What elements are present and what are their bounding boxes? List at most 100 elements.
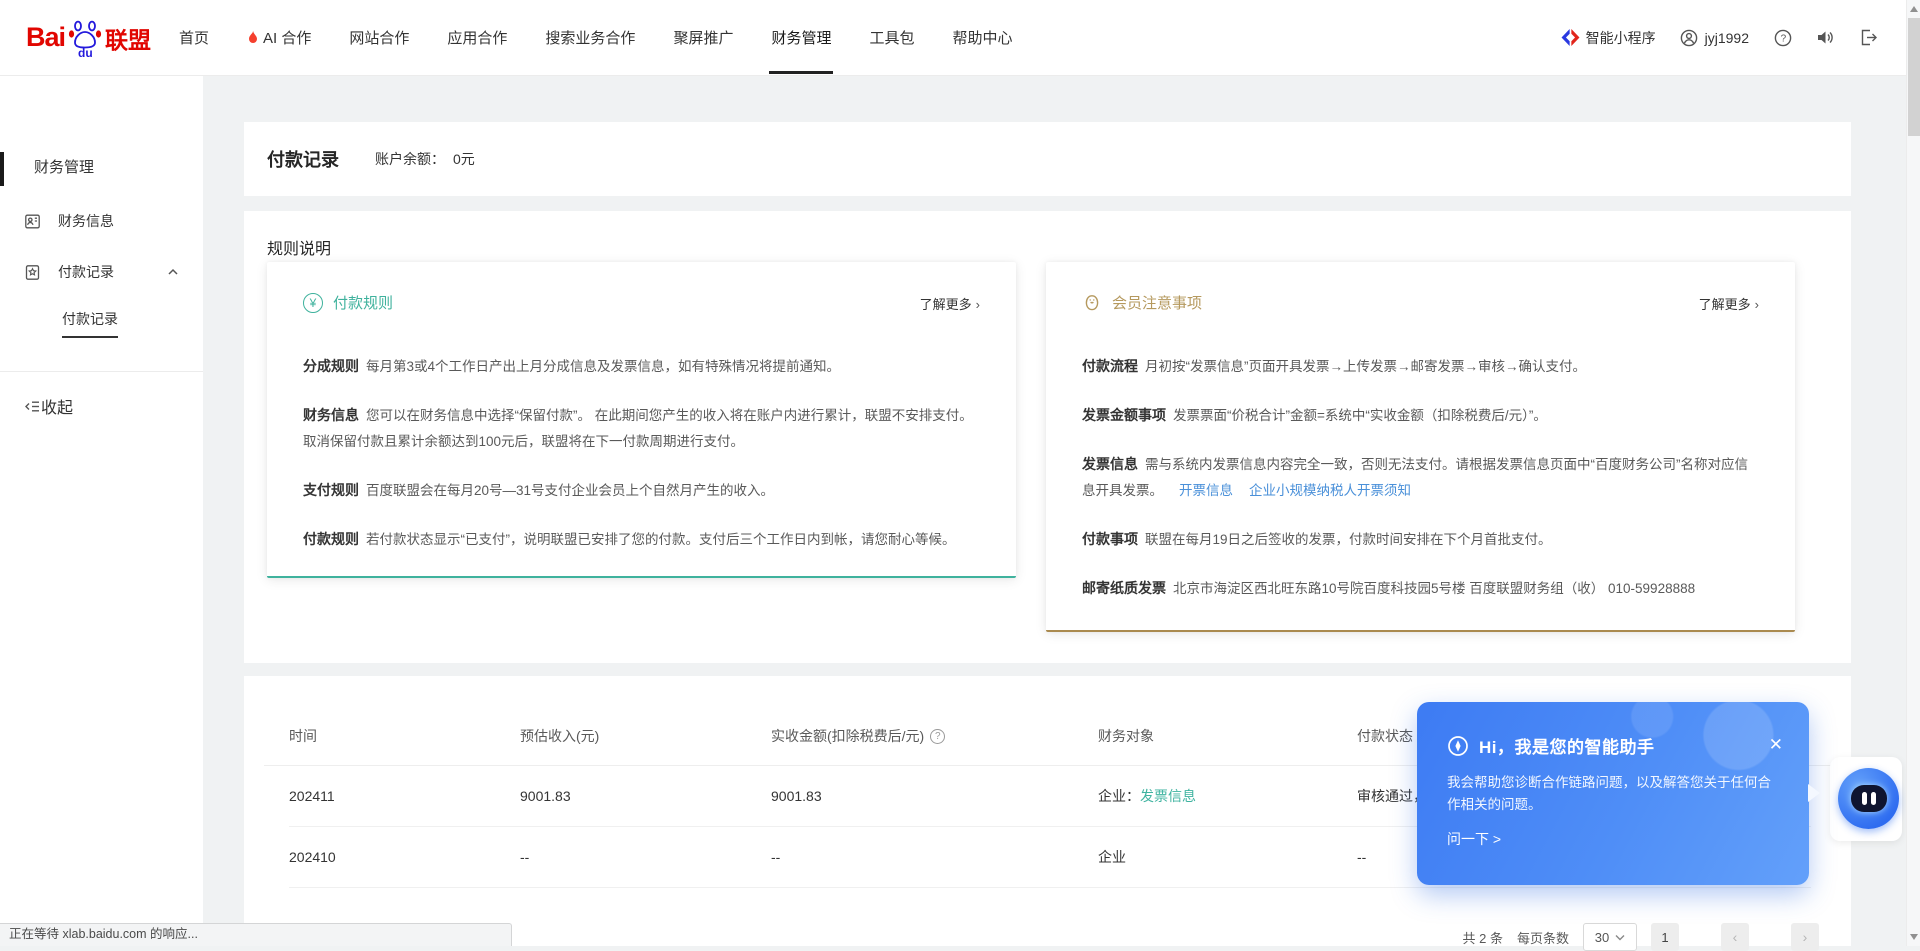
cell-actual-amount: -- <box>771 849 1098 865</box>
sidebar: 财务管理 财务信息 付款记录 付款记录 <box>0 76 203 946</box>
card-header: ¥ 付款规则 <box>267 262 1016 313</box>
learn-more-link[interactable]: 了解更多› <box>920 294 980 313</box>
chevron-up-icon[interactable] <box>166 265 180 279</box>
rule-term: 财务信息 <box>303 407 359 423</box>
rule-desc: 百度联盟会在每月20号—31号支付企业会员上个自然月产生的收入。 <box>366 483 774 498</box>
nav-item[interactable]: 帮助中心 <box>952 0 1012 75</box>
cell-estimated-income: 9001.83 <box>520 788 771 804</box>
rule-item: 付款规则若付款状态显示“已支付”，说明联盟已安排了您的付款。支付后三个工作日内到… <box>303 526 980 553</box>
scroll-up-arrow-icon[interactable] <box>1910 6 1918 12</box>
cell-time: 202410 <box>289 849 520 865</box>
sidebar-item-finance-info[interactable]: 财务信息 <box>0 207 203 235</box>
payment-records-icon <box>24 264 41 281</box>
sidebar-item-label: 付款记录 <box>58 262 114 282</box>
nav-item[interactable]: 网站合作 <box>349 0 409 75</box>
invoice-info-link[interactable]: 发票信息 <box>1140 788 1196 804</box>
rule-item: 分成规则每月第3或4个工作日产出上月分成信息及发票信息，如有特殊情况将提前通知。 <box>303 353 980 380</box>
chevron-right-icon: › <box>1755 297 1759 312</box>
cell-actual-amount: 9001.83 <box>771 788 1098 804</box>
rule-item: 发票信息需与系统内发票信息内容完全一致，否则无法支付。请根据发票信息页面中“百度… <box>1082 451 1759 504</box>
flame-icon <box>247 30 259 45</box>
nav-item-label: 聚屏推广 <box>673 27 733 48</box>
sidebar-collapse-button[interactable]: 收起 <box>0 392 203 420</box>
sidebar-divider <box>0 371 203 372</box>
baidu-paw-icon: du <box>67 18 103 58</box>
audio-icon[interactable] <box>1816 28 1835 47</box>
nav-item[interactable]: 首页 <box>179 0 209 75</box>
rule-term: 邮寄纸质发票 <box>1082 580 1166 596</box>
table-column-header: 财务对象 <box>1098 726 1357 746</box>
svg-text:?: ? <box>1780 33 1786 44</box>
rule-body: 分成规则每月第3或4个工作日产出上月分成信息及发票信息，如有特殊情况将提前通知。… <box>267 313 1016 553</box>
rule-term: 付款规则 <box>303 531 359 547</box>
assistant-robot-button[interactable] <box>1838 768 1899 829</box>
nav-item[interactable]: 应用合作 <box>447 0 507 75</box>
ask-now-link[interactable]: 问一下 > <box>1447 829 1779 849</box>
rule-term: 分成规则 <box>303 358 359 374</box>
nav-item-label: 搜索业务合作 <box>545 27 635 48</box>
nav-item[interactable]: 财务管理 <box>771 0 831 75</box>
rule-item: 付款事项联盟在每月19日之后签收的发票，付款时间安排在下个月首批支付。 <box>1082 526 1759 553</box>
user-account[interactable]: jyj1992 <box>1680 28 1749 47</box>
username: jyj1992 <box>1705 30 1749 46</box>
logo-text-union: 联盟 <box>105 21 151 55</box>
menu-fold-icon <box>24 398 41 415</box>
rule-inline-link[interactable]: 企业小规模纳税人开票须知 <box>1249 483 1411 498</box>
help-icon[interactable]: ? <box>1773 28 1792 47</box>
cell-finance-target: 企业：发票信息 <box>1098 786 1357 806</box>
rule-inline-link[interactable]: 开票信息 <box>1179 483 1233 498</box>
finance-info-icon <box>24 213 41 230</box>
next-page-button[interactable]: › <box>1791 923 1819 951</box>
nav-item[interactable]: 工具包 <box>869 0 914 75</box>
nav-item[interactable]: 聚屏推广 <box>673 0 733 75</box>
sidebar-subitem-payment-records[interactable]: 付款记录 <box>62 309 118 338</box>
rule-item: 邮寄纸质发票北京市海淀区西北旺东路10号院百度科技园5号楼 百度联盟财务组（收）… <box>1082 575 1759 602</box>
nav-item-label: 帮助中心 <box>952 27 1012 48</box>
rule-body: 付款流程月初按“发票信息”页面开具发票→上传发票→邮寄发票→审核→确认支付。发票… <box>1046 313 1795 602</box>
assistant-message: 我会帮助您诊断合作链路问题，以及解答您关于任何合作相关的问题。 <box>1447 772 1783 816</box>
cell-finance-target: 企业 <box>1098 847 1357 867</box>
nav-item-label: AI 合作 <box>263 27 311 48</box>
miniprogram-entry[interactable]: 智能小程序 <box>1561 28 1656 48</box>
balance-label: 账户余额： <box>375 149 445 169</box>
rules-section-title: 规则说明 <box>267 235 331 259</box>
close-icon[interactable]: ✕ <box>1769 736 1783 753</box>
top-navigation-bar: Bai du 联盟 首页 AI 合作 网站合作 应用合作 搜索业务合作 聚屏推广 财务管理工… <box>0 0 1920 76</box>
rule-item: 支付规则百度联盟会在每月20号—31号支付企业会员上个自然月产生的收入。 <box>303 477 980 504</box>
page-scrollbar[interactable] <box>1906 0 1920 946</box>
nav-item-label: 网站合作 <box>349 27 409 48</box>
question-circle-icon[interactable]: ? <box>930 729 945 744</box>
baidu-union-logo[interactable]: Bai du 联盟 <box>26 18 151 58</box>
scrollbar-thumb[interactable] <box>1908 18 1920 136</box>
logout-icon[interactable] <box>1859 28 1878 47</box>
prev-page-button[interactable]: ‹ <box>1721 923 1749 951</box>
page-number-button[interactable]: 1 <box>1651 923 1679 951</box>
card-title: 付款规则 <box>333 292 393 313</box>
topbar-right-cluster: 智能小程序 jyj1992 ? <box>1561 28 1878 48</box>
cell-estimated-income: -- <box>520 849 771 865</box>
rule-term: 支付规则 <box>303 482 359 498</box>
user-icon <box>1680 28 1699 47</box>
nav-item[interactable]: AI 合作 <box>247 0 311 75</box>
cell-time: 202411 <box>289 788 520 804</box>
table-column-header: 时间 <box>289 726 520 746</box>
chevron-down-icon <box>1615 934 1625 941</box>
rule-desc: 月初按“发票信息”页面开具发票→上传发票→邮寄发票→审核→确认支付。 <box>1145 359 1586 374</box>
sidebar-item-payment-records[interactable]: 付款记录 <box>0 258 203 286</box>
rules-section: 规则说明 ¥ 付款规则 了解更多› 分成规则每月第3或4个工作日产出上月分成信息… <box>244 211 1851 663</box>
member-notes-card: 会员注意事项 了解更多› 付款流程月初按“发票信息”页面开具发票→上传发票→邮寄… <box>1046 262 1795 632</box>
assistant-popup: Hi，我是您的智能助手 ✕ 我会帮助您诊断合作链路问题，以及解答您关于任何合作相… <box>1417 702 1809 885</box>
rule-term: 发票信息 <box>1082 456 1138 472</box>
nav-item[interactable]: 搜索业务合作 <box>545 0 635 75</box>
learn-more-link[interactable]: 了解更多› <box>1699 294 1759 313</box>
collapse-label: 收起 <box>41 394 73 418</box>
per-page-select[interactable]: 30 <box>1583 923 1637 951</box>
scroll-down-arrow-icon[interactable] <box>1910 934 1918 940</box>
rule-desc: 北京市海淀区西北旺东路10号院百度科技园5号楼 百度联盟财务组（收） 010-5… <box>1173 581 1695 596</box>
nav-item-label: 应用合作 <box>447 27 507 48</box>
active-section-indicator <box>0 152 4 186</box>
rule-term: 发票金额事项 <box>1082 407 1166 423</box>
rule-term: 付款事项 <box>1082 531 1138 547</box>
miniprogram-label: 智能小程序 <box>1586 28 1656 48</box>
page-title: 付款记录 <box>267 146 339 172</box>
